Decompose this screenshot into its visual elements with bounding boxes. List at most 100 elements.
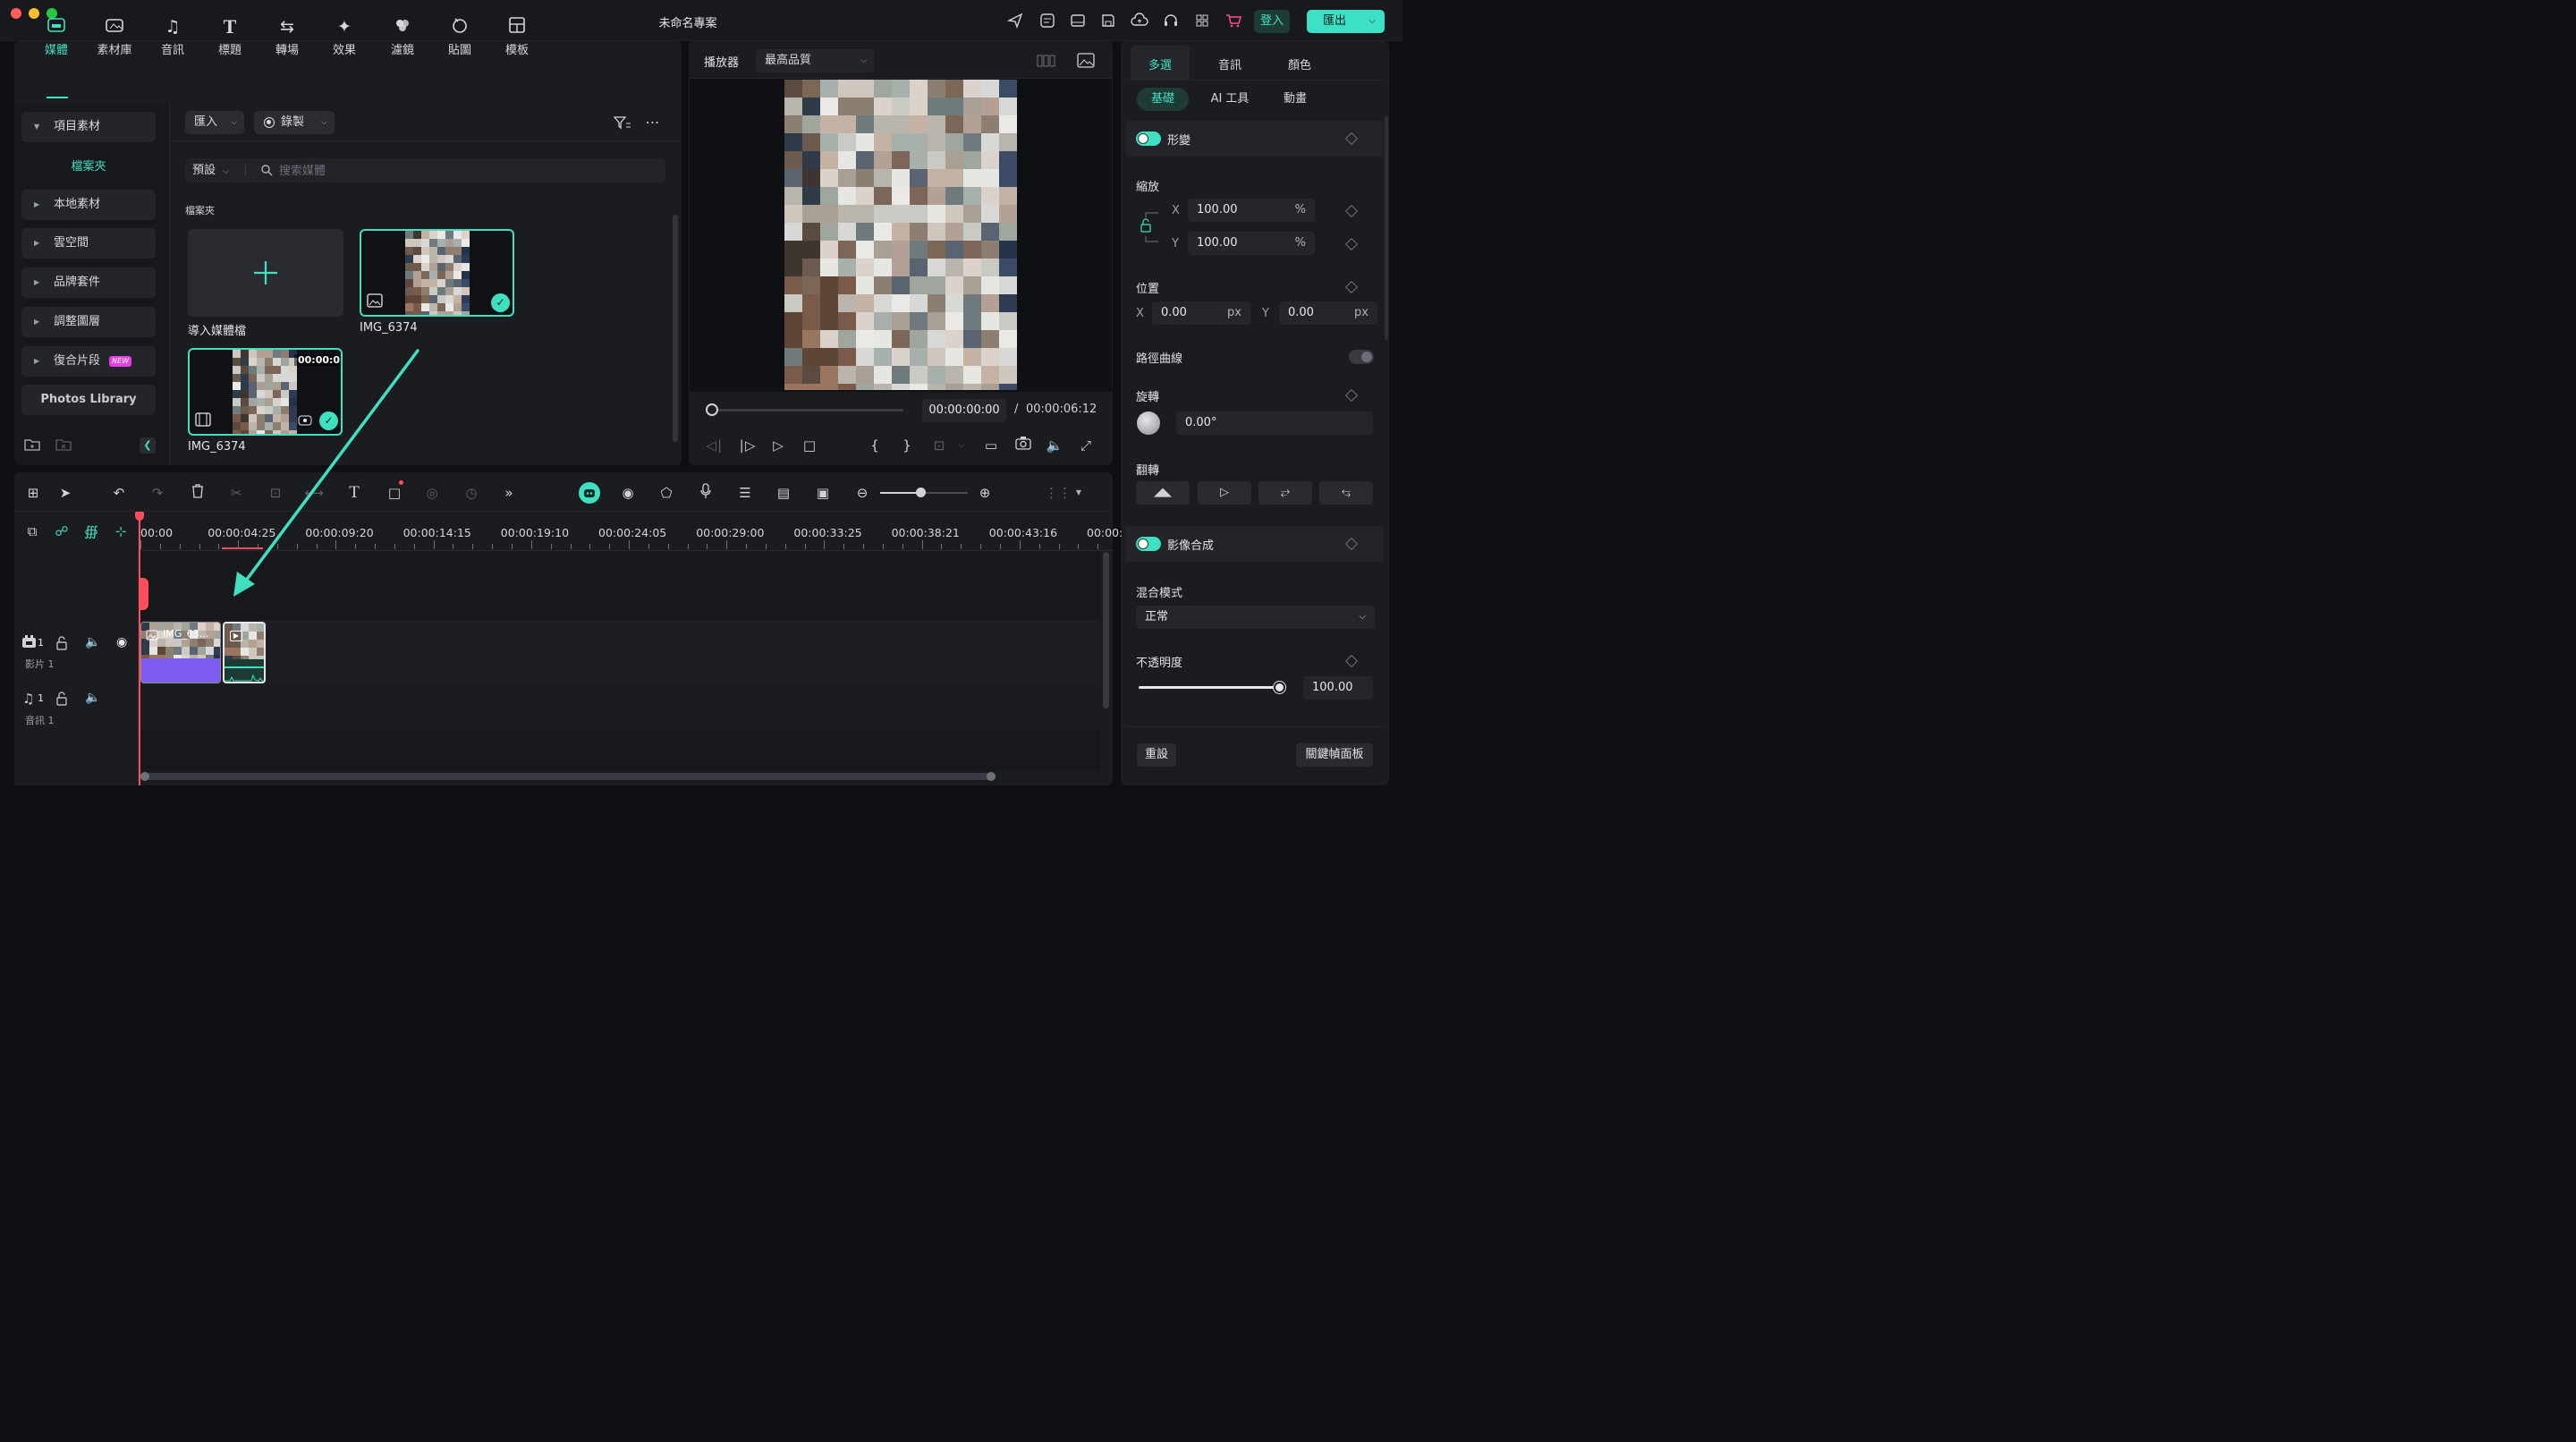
zoom-out-icon[interactable]: ⊖	[852, 483, 872, 503]
record-dropdown[interactable]: 錄製 ⌵	[254, 111, 335, 134]
subtab-animation[interactable]: 動畫	[1270, 89, 1320, 110]
import-media-tile[interactable]	[188, 229, 343, 317]
audio-mix-icon[interactable]: ☰	[735, 483, 755, 503]
select-cursor-icon[interactable]: ➤	[55, 483, 75, 503]
rotate-right-button[interactable]: ⥂	[1258, 481, 1312, 505]
preset-dropdown[interactable]: 預設 ⌵	[192, 158, 239, 182]
collapse-sidebar-icon[interactable]: ❮	[140, 437, 156, 454]
notes-icon[interactable]	[1038, 13, 1056, 30]
link-icon[interactable]: ☍	[52, 522, 72, 541]
cart-icon[interactable]	[1224, 13, 1242, 30]
close-window-button[interactable]	[11, 8, 21, 19]
position-x-input[interactable]: 0.00 px	[1152, 301, 1250, 325]
headset-icon[interactable]	[1162, 13, 1180, 30]
playhead-grip[interactable]	[139, 578, 148, 610]
mark-out-icon[interactable]: }	[897, 436, 917, 455]
zoom-slider-handle[interactable]	[916, 488, 926, 497]
transform-toggle[interactable]	[1136, 131, 1161, 146]
camera-icon[interactable]	[1013, 436, 1033, 455]
subtab-ai-tools[interactable]: AI 工具	[1200, 89, 1259, 110]
tab-effects[interactable]: ✦ 效果	[321, 16, 368, 57]
zoom-in-icon[interactable]: ⊕	[975, 483, 995, 503]
export-button[interactable]: 匯出 ⌵	[1307, 10, 1385, 33]
render-preview-icon[interactable]: ▤	[774, 483, 793, 503]
sidebar-item-photos-library[interactable]: Photos Library	[21, 385, 156, 415]
mark-in-icon[interactable]: {	[865, 436, 885, 455]
redo-icon[interactable]: ↷	[148, 483, 167, 503]
reset-button[interactable]: 重設	[1137, 743, 1176, 767]
marker-icon[interactable]: ⬠	[657, 483, 676, 503]
chevron-down-icon[interactable]: ▼	[1069, 483, 1089, 503]
tab-transitions[interactable]: ⇆ 轉場	[264, 16, 310, 57]
more-options-icon[interactable]: ⋯	[643, 114, 663, 133]
quality-dropdown[interactable]: 最高品質 ⌵	[756, 49, 874, 72]
play-frame-icon[interactable]: ∣▷	[737, 436, 757, 455]
tab-audio[interactable]: ♫ 音訊	[149, 16, 196, 57]
lock-icon[interactable]	[55, 636, 68, 650]
snap-icon[interactable]: ⊹	[111, 522, 131, 541]
opacity-slider-handle[interactable]	[1274, 682, 1285, 693]
save-icon[interactable]	[1099, 13, 1117, 30]
fullscreen-icon[interactable]: ⤢	[1076, 436, 1096, 455]
opacity-input[interactable]: 100.00	[1303, 676, 1373, 700]
ai-assistant-icon[interactable]	[579, 482, 600, 504]
blend-mode-select[interactable]: 正常 ⌵	[1136, 606, 1375, 629]
fit-timeline-icon[interactable]: ▣	[813, 483, 833, 503]
timeline-clip-video[interactable]: ▶	[223, 622, 266, 683]
apps-grid-icon[interactable]	[1193, 13, 1211, 30]
prev-frame-icon[interactable]: ◁∣	[705, 436, 724, 455]
more-tools-icon[interactable]: »	[499, 483, 519, 503]
play-icon[interactable]: ▷	[768, 436, 788, 455]
timeline-horizontal-scrollbar[interactable]	[140, 773, 996, 780]
chevron-down-icon[interactable]: ⌵	[952, 436, 971, 455]
tab-titles[interactable]: T 標題	[207, 16, 253, 58]
add-track-icon[interactable]: ⧉	[22, 522, 42, 541]
delete-folder-icon[interactable]	[55, 437, 72, 454]
sidebar-item-cloud[interactable]: ▶ 雲空間	[21, 228, 156, 259]
sidebar-item-brand[interactable]: ▶ 品牌套件	[21, 267, 156, 298]
flip-horizontal-button[interactable]: ◢◣	[1136, 481, 1190, 505]
sidebar-item-compound[interactable]: ▶ 復合片段 NEW	[21, 346, 156, 377]
grid-view-icon[interactable]	[1036, 53, 1057, 69]
position-y-input[interactable]: 0.00 px	[1279, 301, 1377, 325]
import-dropdown[interactable]: 匯入 ⌵	[185, 111, 244, 134]
rotate-left-button[interactable]: ⥃	[1319, 481, 1373, 505]
tab-audio-props[interactable]: 音訊	[1200, 55, 1259, 75]
ai-cutout-icon[interactable]: ◎	[422, 483, 442, 503]
properties-scrollbar[interactable]	[1385, 116, 1388, 340]
tab-filters[interactable]: 濾鏡	[379, 16, 426, 57]
media-item-image[interactable]: ✓	[360, 229, 514, 317]
sidebar-item-adjust[interactable]: ▶ 調整圖層	[21, 307, 156, 337]
playhead[interactable]	[139, 513, 140, 785]
snapshot-view-icon[interactable]	[1076, 52, 1096, 70]
tab-color[interactable]: 顏色	[1270, 55, 1329, 75]
new-folder-icon[interactable]	[23, 437, 41, 454]
lock-ratio-icon[interactable]	[1140, 208, 1160, 247]
stop-icon[interactable]: □	[800, 436, 819, 455]
scrub-handle[interactable]	[706, 403, 718, 416]
scrub-track[interactable]	[712, 409, 903, 411]
magnet-icon[interactable]: ∰	[81, 522, 101, 541]
flip-vertical-button[interactable]: ▷	[1198, 481, 1251, 505]
track-height-icon[interactable]: ⋮⋮	[1045, 483, 1072, 503]
cloud-upload-icon[interactable]	[1131, 13, 1148, 30]
timeline-vertical-scrollbar[interactable]	[1103, 552, 1109, 708]
media-scrollbar[interactable]	[673, 215, 678, 442]
chevron-down-icon[interactable]: ⌵	[1368, 10, 1376, 33]
volume-icon[interactable]: 🔈	[1045, 436, 1064, 455]
rotate-input[interactable]: 0.00°	[1176, 411, 1373, 435]
filter-sort-icon[interactable]	[613, 114, 632, 133]
playhead-handle[interactable]	[135, 512, 144, 521]
current-time[interactable]: 00:00:00:00	[922, 399, 1006, 422]
display-icon[interactable]: ▭	[981, 436, 1001, 455]
timeline-clip-image[interactable]: IMG_63...	[140, 622, 221, 683]
opacity-slider-track[interactable]	[1139, 686, 1280, 689]
layout-grid-icon[interactable]: ⊞	[23, 483, 43, 503]
delete-icon[interactable]	[188, 483, 208, 503]
keyframe-panel-button[interactable]: 關鍵幀面板	[1296, 743, 1373, 767]
volume-icon[interactable]: 🔈	[85, 691, 100, 705]
timer-icon[interactable]: ◷	[462, 483, 481, 503]
compositing-toggle[interactable]	[1136, 537, 1161, 551]
login-button[interactable]: 登入	[1254, 10, 1290, 33]
auto-beat-icon[interactable]: ◉	[618, 483, 638, 503]
